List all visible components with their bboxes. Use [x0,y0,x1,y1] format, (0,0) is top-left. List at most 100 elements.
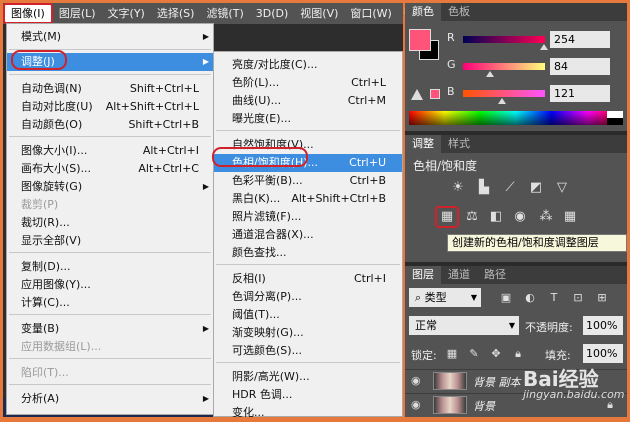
slider-g[interactable] [463,63,545,70]
adjust-menu-item[interactable]: 亮度/对比度(C)... [214,56,402,74]
adjust-menu-item[interactable]: 曲线(U)... Ctrl+M [214,92,402,110]
tab-swatches[interactable]: 色板 [441,3,477,21]
g-value-input[interactable]: 84 [550,58,610,75]
image-menu-item[interactable]: 自动颜色(O) Shift+Ctrl+B [7,116,213,134]
image-menu-item[interactable]: 裁切(R)... [7,214,213,232]
adjust-menu-item[interactable]: 色彩平衡(B)... Ctrl+B [214,172,402,190]
adjust-menu-item[interactable]: 色相/饱和度(H)... Ctrl+U [214,154,402,172]
color-lookup-icon[interactable]: ▦ [561,208,579,226]
lock-move-icon[interactable]: ✥ [489,347,503,361]
b-value-input[interactable]: 121 [550,85,610,102]
adjust-menu-item[interactable]: 照片滤镜(F)... [214,208,402,226]
menu-item-shortcut: Alt+Ctrl+C [138,162,199,175]
adjust-menu-item[interactable]: 色调分离(P)... [214,288,402,306]
photo-filter-icon[interactable]: ◉ [511,208,529,226]
brightness-contrast-icon[interactable]: ☀ [449,179,467,197]
tab-color[interactable]: 颜色 [405,3,441,21]
menu-item-label: 色调分离(P)... [232,290,302,303]
image-menu-item[interactable]: 模式(M) ▶ [7,28,213,46]
menu-5[interactable]: 3D(D) [250,3,295,24]
image-menu-item[interactable]: 图像大小(I)... Alt+Ctrl+I [7,142,213,160]
filter-adjustment-icon[interactable]: ◐ [523,291,537,305]
filter-type-icon[interactable]: T [547,291,561,305]
black-white-icon[interactable]: ◧ [487,208,505,226]
adjust-menu-item[interactable]: 自然饱和度(V)... [214,136,402,154]
color-spectrum-bar[interactable] [409,111,623,125]
slider-b[interactable] [463,90,545,97]
menu-6[interactable]: 视图(V) [294,3,344,24]
menu-4[interactable]: 滤镜(T) [200,3,249,24]
layer-filter-dropdown[interactable]: ⌕ 类型 ▼ [409,288,481,307]
image-menu-item[interactable]: 复制(D)... [7,258,213,276]
fill-input[interactable]: 100% [583,344,623,363]
filter-smart-object-icon[interactable]: ⊞ [595,291,609,305]
r-value-input[interactable]: 254 [550,31,610,48]
opacity-input[interactable]: 100% [583,316,623,335]
adjust-menu-item[interactable]: 可选颜色(S)... [214,342,402,360]
menu-item-label: 图像大小(I)... [21,144,88,157]
adjust-menu-item[interactable]: 变化... [214,404,402,422]
image-menu-item[interactable]: 显示全部(V) [7,232,213,250]
hue-saturation-icon[interactable]: ▦ [435,206,459,228]
slider-r-thumb[interactable] [540,44,548,50]
image-menu-item[interactable]: 自动对比度(U) Alt+Shift+Ctrl+L [7,98,213,116]
visibility-eye-icon[interactable]: ◉ [411,374,421,387]
slider-g-thumb[interactable] [486,71,494,77]
tooltip: 创建新的色相/饱和度调整图层 [447,234,627,252]
tab-paths[interactable]: 路径 [477,266,513,284]
image-menu-item[interactable]: 画布大小(S)... Alt+Ctrl+C [7,160,213,178]
foreground-color-swatch[interactable] [409,29,431,51]
menu-item-label: 照片滤镜(F)... [232,210,302,223]
adjust-menu-item[interactable]: HDR 色调... [214,386,402,404]
image-menu-item[interactable]: 调整(J) ▶ [7,53,213,71]
adjust-menu-item[interactable]: 通道混合器(X)... [214,226,402,244]
filter-shape-icon[interactable]: ⊡ [571,291,585,305]
image-menu-item[interactable]: 计算(C)... [7,294,213,312]
menu-item-shortcut: Alt+Shift+Ctrl+B [291,192,386,205]
image-menu-item[interactable]: 变量(B) ▶ [7,320,213,338]
menu-item-label: 自动颜色(O) [21,118,83,131]
tab-adjustments[interactable]: 调整 [405,135,441,153]
adjust-menu-item[interactable]: 黑白(K)... Alt+Shift+Ctrl+B [214,190,402,208]
vibrance-icon[interactable]: ▽ [553,179,571,197]
tab-styles[interactable]: 样式 [441,135,477,153]
adjust-menu-item[interactable]: 颜色查找... [214,244,402,262]
blend-mode-dropdown[interactable]: 正常 ▼ [409,316,519,335]
layer-name[interactable]: 背景 副本 [473,374,521,390]
image-menu-item[interactable]: 应用图像(Y)... [7,276,213,294]
image-menu-item[interactable]: 分析(A) ▶ [7,390,213,408]
menu-bar: 图像(I) 图层(L) 文字(Y) 选择(S) 滤镜(T) 3D(D) 视图(V) 窗口(W)… [3,3,426,24]
adjust-menu-item[interactable]: 阈值(T)... [214,306,402,324]
tab-channels[interactable]: 通道 [441,266,477,284]
adjust-menu-item[interactable]: 反相(I) Ctrl+I [214,270,402,288]
slider-b-thumb[interactable] [498,98,506,104]
color-balance-icon[interactable]: ⚖ [463,208,481,226]
gamut-swatch[interactable] [430,89,440,99]
lock-transparent-icon[interactable]: ▦ [445,347,459,361]
menu-1[interactable]: 图层(L) [53,3,102,24]
adjust-menu-item[interactable]: 阴影/高光(W)... [214,368,402,386]
menu-3[interactable]: 选择(S) [151,3,201,24]
levels-icon[interactable]: ▙ [475,179,493,197]
adjust-menu-item[interactable]: 渐变映射(G)... [214,324,402,342]
tab-layers[interactable]: 图层 [405,266,441,284]
gamut-warning-icon[interactable] [411,89,423,100]
exposure-icon[interactable]: ◩ [527,179,545,197]
menu-2[interactable]: 文字(Y) [102,3,151,24]
visibility-eye-icon[interactable]: ◉ [411,398,421,411]
adjust-menu-item[interactable]: 色阶(L)... Ctrl+L [214,74,402,92]
channel-mixer-icon[interactable]: ⁂ [537,208,555,226]
menu-7[interactable]: 窗口(W) [344,3,397,24]
image-menu-item[interactable]: 图像旋转(G) ▶ [7,178,213,196]
adjust-panel-title: 色相/饱和度 [413,159,478,173]
layer-name[interactable]: 背景 [473,398,495,414]
menu-0[interactable]: 图像(I) [3,3,53,24]
image-menu-item[interactable]: 自动色调(N) Shift+Ctrl+L [7,80,213,98]
lock-brush-icon[interactable]: ✎ [467,347,481,361]
filter-pixel-icon[interactable]: ▣ [499,291,513,305]
slider-r[interactable] [463,36,545,43]
curves-icon[interactable]: ⟋ [501,179,519,197]
black-white-swatch[interactable] [607,111,623,125]
lock-all-icon[interactable]: 🔒︎ [511,347,525,361]
adjust-menu-item[interactable]: 曝光度(E)... [214,110,402,128]
